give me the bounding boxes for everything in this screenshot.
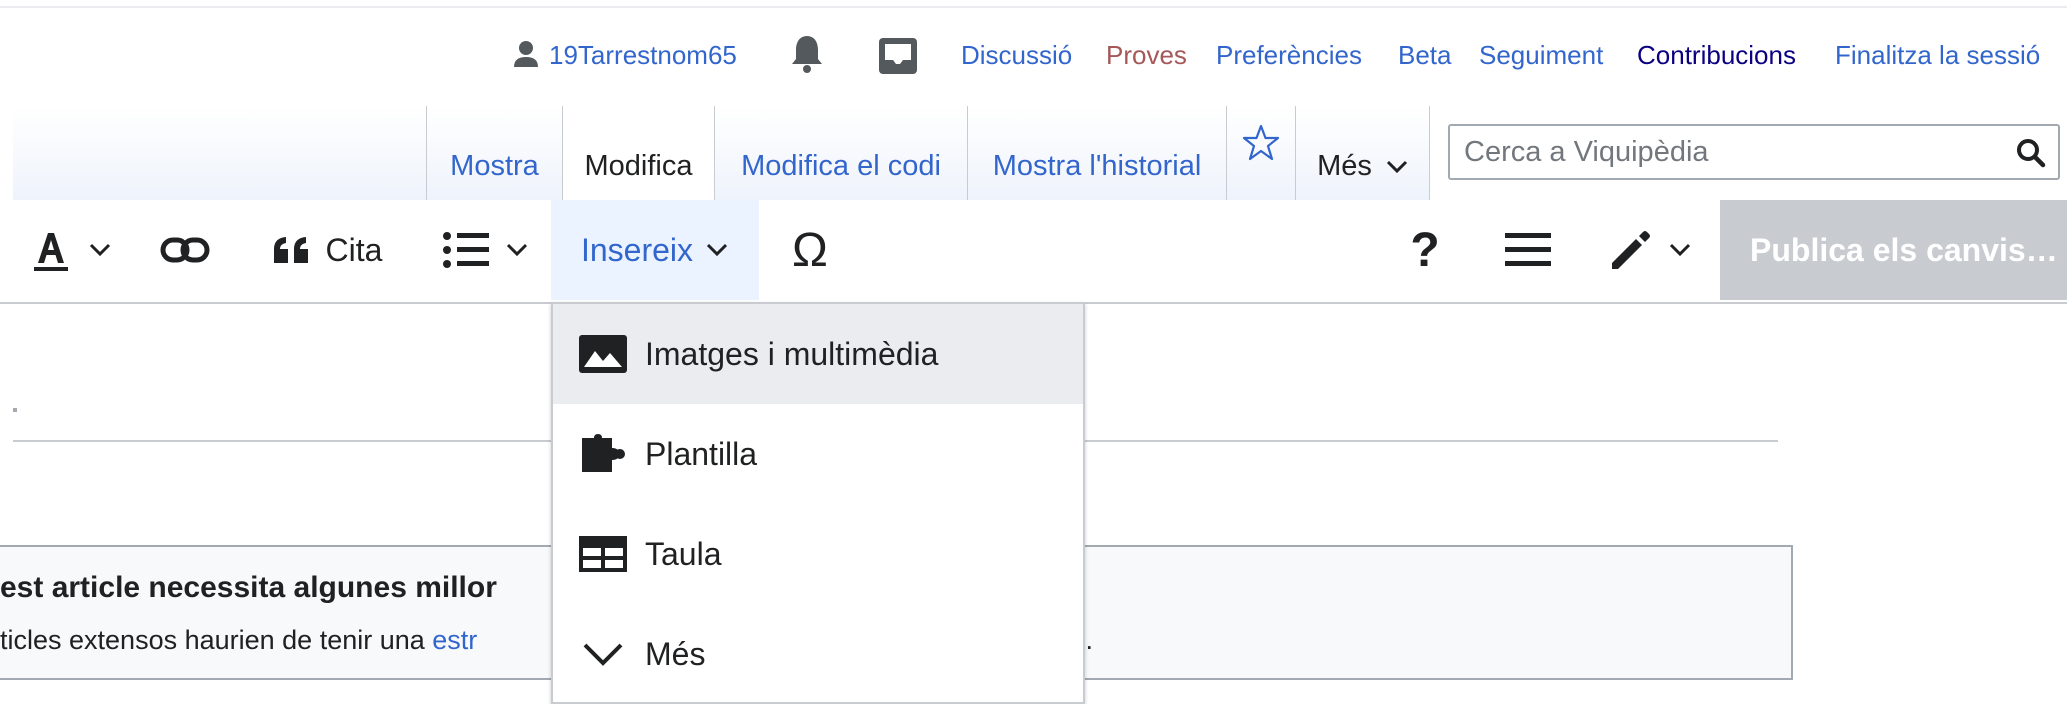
text-style-button[interactable]	[24, 200, 120, 300]
notice-title: est article necessita algunes millor	[0, 571, 497, 604]
quote-icon	[273, 237, 308, 263]
content-marker	[13, 408, 17, 412]
search-box[interactable]	[1448, 124, 2060, 180]
chevron-down-icon	[1386, 160, 1407, 174]
menu-icon	[1505, 233, 1551, 266]
link-icon	[160, 237, 210, 263]
search-icon[interactable]	[2016, 138, 2046, 168]
menu-item-template-label: Plantilla	[645, 435, 758, 472]
cite-label: Cita	[325, 231, 383, 268]
chevron-down-icon	[1669, 243, 1691, 257]
notice-link[interactable]: estr	[432, 625, 477, 655]
username-link[interactable]: 19Tarrestnom65	[549, 30, 737, 80]
insert-label: Insereix	[580, 231, 694, 268]
help-button[interactable]: ?	[1400, 200, 1450, 300]
menu-item-template[interactable]: Plantilla	[553, 404, 1083, 504]
watchlist-link[interactable]: Seguiment	[1479, 30, 1603, 80]
logout-link[interactable]: Finalitza la sessió	[1835, 30, 2040, 80]
menu-item-media[interactable]: Imatges i multimèdia	[553, 304, 1083, 404]
preferences-link[interactable]: Preferències	[1216, 30, 1362, 80]
link-button[interactable]	[152, 200, 218, 300]
menu-item-more-label: Més	[645, 635, 706, 672]
bell-icon[interactable]	[786, 30, 828, 80]
cite-button[interactable]: Cita	[262, 200, 392, 300]
page-options-button[interactable]	[1500, 200, 1556, 300]
tab-history[interactable]: Mostra l'historial	[967, 106, 1226, 202]
chevron-down-icon	[706, 243, 728, 257]
notice-text: ticles extensos haurien de tenir una est…	[0, 625, 477, 656]
publish-button[interactable]: Publica els canvis…	[1720, 200, 2067, 300]
tray-icon[interactable]	[876, 30, 920, 80]
personal-tools: 19Tarrestnom65 Discussió Proves Preferèn…	[0, 30, 2067, 80]
tab-edit[interactable]: Modifica	[562, 106, 714, 202]
page-tabs: Mostra Modifica Modifica el codi Mostra …	[0, 106, 2067, 202]
menu-item-more[interactable]: Més	[553, 604, 1083, 704]
omega-icon: Ω	[792, 223, 828, 277]
text-style-icon	[34, 233, 68, 271]
pencil-icon	[1612, 231, 1650, 269]
insert-menu-button[interactable]: Insereix	[551, 200, 759, 300]
help-icon: ?	[1410, 223, 1440, 277]
tab-more[interactable]: Més	[1295, 106, 1430, 202]
star-icon	[1242, 124, 1280, 161]
chevron-down-icon	[506, 243, 528, 257]
chevron-down-icon	[89, 243, 111, 257]
search-input[interactable]	[1450, 126, 2004, 178]
chevron-down-icon	[579, 630, 627, 678]
puzzle-icon	[579, 430, 627, 478]
sandbox-link[interactable]: Proves	[1106, 30, 1187, 80]
contributions-link[interactable]: Contribucions	[1637, 30, 1796, 80]
top-border	[0, 6, 2067, 8]
image-icon	[579, 330, 627, 378]
insert-dropdown-menu: Imatges i multimèdia Plantilla Taula Més	[551, 302, 1085, 704]
user-icon	[512, 30, 540, 80]
edit-mode-button[interactable]	[1600, 200, 1700, 300]
menu-item-table[interactable]: Taula	[553, 504, 1083, 604]
special-characters-button[interactable]: Ω	[780, 200, 840, 300]
tab-edit-source[interactable]: Modifica el codi	[714, 106, 967, 202]
notice-trailing-text: .	[1085, 625, 1094, 655]
watch-star-button[interactable]	[1226, 106, 1295, 202]
notice-text-before: ticles extensos haurien de tenir una	[0, 625, 433, 655]
bullet-list-icon	[443, 232, 489, 268]
menu-item-media-label: Imatges i multimèdia	[645, 335, 939, 372]
table-icon	[579, 530, 627, 578]
list-button[interactable]	[438, 200, 534, 300]
tab-view[interactable]: Mostra	[426, 106, 562, 202]
menu-item-table-label: Taula	[645, 535, 722, 572]
editor-toolbar: Cita Insereix Ω ? Publica els canvis…	[0, 200, 2067, 304]
talk-link[interactable]: Discussió	[961, 30, 1072, 80]
beta-link[interactable]: Beta	[1398, 30, 1452, 80]
